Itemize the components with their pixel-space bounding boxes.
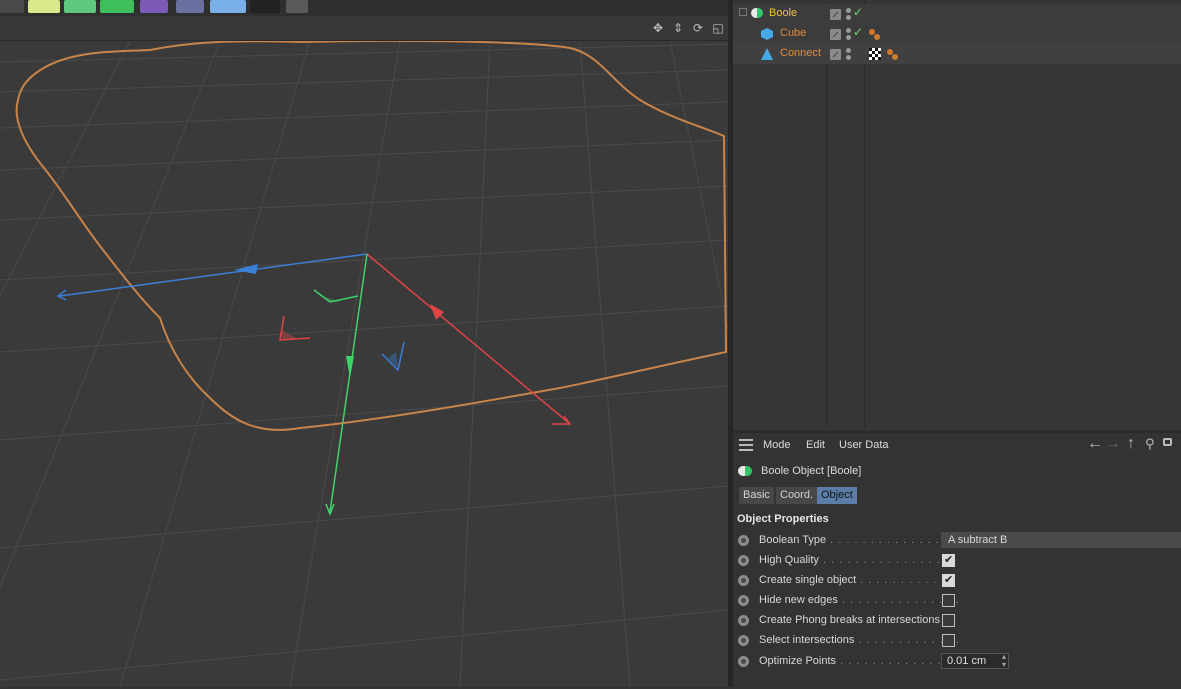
menu-edit[interactable]: Edit <box>806 439 825 451</box>
object-manager: Boole ✓ Cube ✓ Connect <box>733 0 1181 430</box>
prop-label: Optimize Points <box>759 655 837 667</box>
search-icon[interactable]: ⚲ <box>1145 436 1155 452</box>
high-quality-checkbox[interactable] <box>942 553 955 567</box>
hide-new-edges-checkbox[interactable] <box>942 594 955 607</box>
prop-boolean-type: Boolean Type . . . . . . . . . . . . . .… <box>733 532 1181 552</box>
select-intersections-checkbox[interactable] <box>942 634 955 647</box>
menu-user-data[interactable]: User Data <box>839 439 889 451</box>
column-divider <box>864 0 865 428</box>
viewport-3d[interactable] <box>0 41 728 687</box>
object-name[interactable]: Connect <box>780 47 821 59</box>
spline-icon[interactable] <box>140 0 168 13</box>
prop-hide-new-edges: Hide new edges . . . . . . . . . . . . .… <box>733 592 1181 612</box>
boolean-type-dropdown[interactable]: A subtract B <box>941 532 1181 548</box>
prop-label: High Quality <box>759 554 819 566</box>
dropdown-value: A subtract B <box>948 534 1008 546</box>
object-title: Boole Object [Boole] <box>761 465 862 477</box>
prop-phong-breaks: Create Phong breaks at intersections <box>733 612 1181 632</box>
create-single-object-checkbox[interactable] <box>942 573 955 587</box>
axis-gizmo <box>56 253 572 517</box>
viewport-header <box>0 16 728 41</box>
object-row-boole[interactable]: Boole ✓ <box>733 4 1181 24</box>
prop-label: Select intersections <box>759 634 855 646</box>
animate-radio-icon[interactable] <box>738 535 749 546</box>
object-row-cube[interactable]: Cube ✓ <box>733 24 1181 44</box>
prop-label: Boolean Type <box>759 534 827 546</box>
rotate-view-icon[interactable]: ⟳ <box>690 20 706 36</box>
animate-radio-icon[interactable] <box>738 575 749 586</box>
stepper-arrows-icon[interactable]: ▴ ▾ <box>1002 653 1006 669</box>
light-icon[interactable] <box>286 0 308 13</box>
cube-object-icon <box>761 28 773 40</box>
material-tag-icon[interactable] <box>887 46 898 60</box>
menu-mode[interactable]: Mode <box>763 439 791 451</box>
phong-breaks-checkbox[interactable] <box>942 614 955 627</box>
section-title: Object Properties <box>737 513 829 525</box>
visibility-dots-icon[interactable] <box>846 48 851 62</box>
floor-icon[interactable] <box>210 0 246 13</box>
prop-label: Create Phong breaks at intersections <box>759 614 940 626</box>
camera-icon[interactable] <box>250 0 280 13</box>
input-value: 0.01 cm <box>947 655 987 667</box>
maximize-view-icon[interactable]: ◱ <box>710 20 726 36</box>
tab-coord[interactable]: Coord. <box>776 487 818 504</box>
animate-radio-icon[interactable] <box>738 555 749 566</box>
animate-radio-icon[interactable] <box>738 656 749 667</box>
object-name[interactable]: Cube <box>780 27 806 39</box>
prop-select-intersections: Select intersections . . . . . . . . . .… <box>733 632 1181 652</box>
tool-icon-1[interactable] <box>0 0 24 13</box>
animate-radio-icon[interactable] <box>738 635 749 646</box>
enabled-check-icon[interactable]: ✓ <box>853 5 863 19</box>
connect-object-icon <box>761 48 773 60</box>
object-row-connect[interactable]: Connect <box>733 44 1181 64</box>
animate-radio-icon[interactable] <box>738 595 749 606</box>
boole-object-icon <box>738 466 752 476</box>
prop-create-single-object: Create single object . . . . . . . . . .… <box>733 572 1181 592</box>
column-divider <box>826 0 827 428</box>
phong-tag-icon[interactable] <box>869 48 881 60</box>
attribute-manager: Mode Edit User Data ← → ↑ ⚲ Boole Object… <box>733 431 1181 689</box>
move-view-icon[interactable]: ✥ <box>650 20 666 36</box>
optimize-points-input[interactable]: 0.01 cm ▴ ▾ <box>941 653 1009 669</box>
toolbar <box>0 0 728 16</box>
layer-toggle-icon[interactable] <box>830 49 841 60</box>
layer-toggle-icon[interactable] <box>830 29 841 40</box>
visibility-dots-icon[interactable] <box>846 28 851 42</box>
menu-icon[interactable] <box>739 439 753 451</box>
cube-primitive-icon[interactable] <box>28 0 60 13</box>
layer-toggle-icon[interactable] <box>830 9 841 20</box>
prop-optimize-points: Optimize Points . . . . . . . . . . . . … <box>733 653 1181 673</box>
boole-object-icon <box>751 8 763 18</box>
object-name[interactable]: Boole <box>769 7 797 19</box>
generator-icon[interactable] <box>64 0 96 13</box>
prop-label: Create single object <box>759 574 857 586</box>
tab-basic[interactable]: Basic <box>739 487 774 504</box>
visibility-dots-icon[interactable] <box>846 8 851 22</box>
material-tag-icon[interactable] <box>869 26 880 40</box>
tab-object[interactable]: Object <box>817 487 857 504</box>
prop-high-quality: High Quality . . . . . . . . . . . . . .… <box>733 552 1181 572</box>
forward-arrow-icon[interactable]: → <box>1105 435 1121 453</box>
back-arrow-icon[interactable]: ← <box>1087 435 1103 453</box>
boole-outline <box>15 41 728 431</box>
animate-radio-icon[interactable] <box>738 615 749 626</box>
field-icon[interactable] <box>176 0 204 13</box>
prop-label: Hide new edges <box>759 594 838 606</box>
enabled-check-icon[interactable]: ✓ <box>853 25 863 39</box>
lock-icon[interactable] <box>1163 438 1172 446</box>
zoom-view-icon[interactable]: ⇕ <box>670 20 686 36</box>
tree-expand-icon[interactable] <box>739 8 747 16</box>
up-arrow-icon[interactable]: ↑ <box>1127 435 1135 453</box>
deformer-icon[interactable] <box>100 0 134 13</box>
